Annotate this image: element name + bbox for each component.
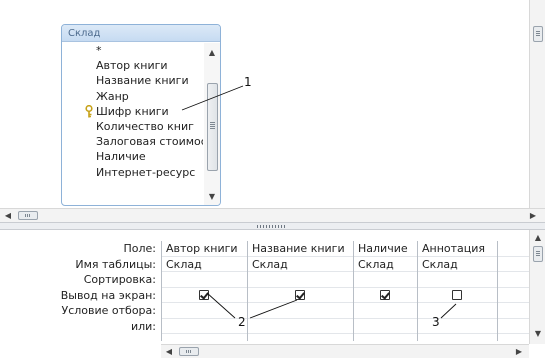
- callout-number-3: 3: [432, 315, 440, 329]
- show-checkbox[interactable]: [295, 289, 305, 300]
- down-arrow-icon[interactable]: ▼: [206, 191, 218, 203]
- field-list-scrollbar[interactable]: ▲ ▼: [204, 43, 220, 205]
- field-item-quantity[interactable]: Количество книг: [62, 119, 203, 134]
- field-cell[interactable]: Аннотация: [418, 241, 497, 257]
- or-cell[interactable]: [162, 319, 247, 334]
- left-arrow-icon[interactable]: ◀: [2, 210, 14, 222]
- sort-cell[interactable]: [418, 272, 497, 288]
- or-cell[interactable]: [418, 319, 497, 334]
- table-cell[interactable]: Склад: [162, 257, 247, 272]
- callout-number-2: 2: [238, 315, 246, 329]
- field-item-title[interactable]: Название книги: [62, 73, 203, 88]
- row-label-or: или:: [130, 319, 156, 333]
- show-cell: [248, 288, 353, 303]
- sort-cell[interactable]: [354, 272, 417, 288]
- grid-column-empty: [498, 241, 529, 341]
- key-icon: [85, 104, 93, 118]
- table-window-title[interactable]: Склад: [62, 25, 220, 42]
- row-label-table: Имя таблицы:: [75, 257, 156, 271]
- show-checkbox[interactable]: [199, 289, 209, 300]
- field-item-genre[interactable]: Жанр: [62, 89, 203, 104]
- row-label-show: Вывод на экран:: [60, 288, 156, 302]
- show-cell: [418, 288, 497, 303]
- show-checkbox[interactable]: [452, 289, 462, 300]
- design-area-vertical-scrollbar[interactable]: [529, 0, 545, 208]
- field-item-internet[interactable]: Интернет-ресурс: [62, 165, 203, 180]
- field-item-deposit[interactable]: Залоговая стоимость: [62, 134, 203, 149]
- right-arrow-icon[interactable]: ▶: [527, 210, 539, 222]
- field-item-availability[interactable]: Наличие: [62, 149, 203, 164]
- grid-column: Название книги Склад: [248, 241, 354, 341]
- show-cell: [354, 288, 417, 303]
- field-item-author[interactable]: Автор книги: [62, 58, 203, 73]
- grid-column: Наличие Склад: [354, 241, 418, 341]
- field-cell[interactable]: Наличие: [354, 241, 417, 257]
- or-cell[interactable]: [248, 319, 353, 334]
- scroll-thumb[interactable]: [179, 347, 199, 356]
- down-arrow-icon[interactable]: ▼: [532, 328, 544, 340]
- field-cell[interactable]: Автор книги: [162, 241, 247, 257]
- row-label-field: Поле:: [123, 242, 156, 255]
- sort-cell[interactable]: [498, 272, 529, 288]
- design-area-horizontal-scrollbar[interactable]: ◀ ▶: [0, 208, 545, 222]
- scroll-thumb[interactable]: [18, 211, 38, 220]
- row-label-sort: Сортировка:: [83, 273, 156, 286]
- query-design-grid: Автор книги Склад Название книги Склад Н…: [161, 241, 529, 341]
- field-cell[interactable]: [498, 241, 529, 257]
- or-cell[interactable]: [354, 319, 417, 334]
- show-cell[interactable]: [498, 288, 529, 303]
- up-arrow-icon[interactable]: ▲: [532, 232, 544, 244]
- show-cell: [162, 288, 247, 303]
- sort-cell[interactable]: [162, 272, 247, 288]
- grid-column: Автор книги Склад: [162, 241, 248, 341]
- criteria-cell[interactable]: [498, 303, 529, 319]
- up-arrow-icon[interactable]: ▲: [206, 47, 218, 59]
- left-arrow-icon[interactable]: ◀: [163, 346, 175, 358]
- field-list: * Автор книги Название книги Жанр Шифр к…: [62, 43, 203, 205]
- table-cell[interactable]: [498, 257, 529, 272]
- criteria-cell[interactable]: [418, 303, 497, 319]
- grid-row-labels: Поле: Имя таблицы: Сортировка: Вывод на …: [0, 241, 160, 334]
- field-cell[interactable]: Название книги: [248, 241, 353, 257]
- scroll-thumb[interactable]: [533, 26, 543, 42]
- table-cell[interactable]: Склад: [248, 257, 353, 272]
- row-label-criteria: Условие отбора:: [61, 304, 157, 317]
- criteria-cell[interactable]: [248, 303, 353, 319]
- grid-column: Аннотация Склад: [418, 241, 498, 341]
- splitter-grip[interactable]: [257, 225, 287, 228]
- scroll-thumb[interactable]: [207, 83, 218, 171]
- show-checkbox[interactable]: [380, 289, 390, 300]
- right-arrow-icon[interactable]: ▶: [513, 346, 525, 358]
- field-item-all[interactable]: *: [62, 43, 203, 58]
- sort-cell[interactable]: [248, 272, 353, 288]
- table-cell[interactable]: Склад: [354, 257, 417, 272]
- pane-splitter[interactable]: [0, 222, 545, 230]
- field-item-code-key[interactable]: Шифр книги: [62, 104, 203, 119]
- or-cell[interactable]: [498, 319, 529, 334]
- field-item-label: Шифр книги: [96, 104, 169, 118]
- table-cell[interactable]: Склад: [418, 257, 497, 272]
- criteria-cell[interactable]: [162, 303, 247, 319]
- grid-horizontal-scrollbar[interactable]: ◀ ▶: [161, 344, 529, 358]
- grid-vertical-scrollbar[interactable]: ▲ ▼: [529, 230, 545, 344]
- callout-number-1: 1: [244, 75, 252, 89]
- table-field-list-window[interactable]: Склад * Автор книги Название книги Жанр …: [61, 24, 221, 206]
- scroll-thumb[interactable]: [533, 246, 543, 262]
- criteria-cell[interactable]: [354, 303, 417, 319]
